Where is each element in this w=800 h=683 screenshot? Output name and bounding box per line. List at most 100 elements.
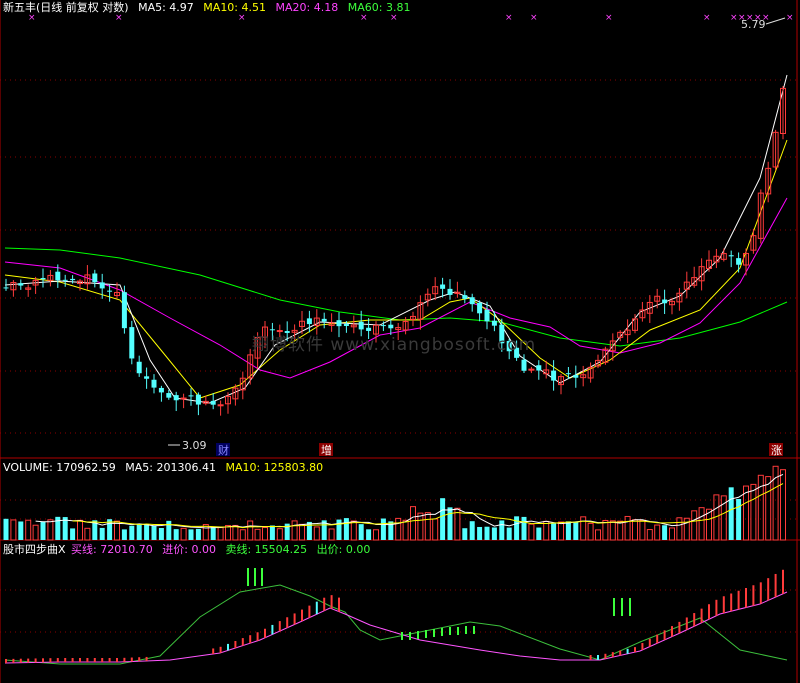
volume-bar-36: [269, 525, 275, 540]
candle-body-17: [129, 327, 135, 359]
candle-body-65: [484, 309, 490, 322]
volume-bar-17: [129, 525, 135, 540]
entry-price-label: 进价: 0.00: [162, 543, 216, 556]
volume-bar-3: [25, 519, 32, 541]
volume-bar-78: [580, 516, 587, 541]
candle-body-28: [210, 400, 216, 405]
volume-bar-42: [313, 526, 320, 541]
candle-body-22: [166, 393, 172, 398]
volume-bar-56: [417, 512, 424, 541]
volume-bar-80: [595, 529, 601, 541]
volume-bar-75: [558, 521, 564, 541]
volume-bar-103: [765, 476, 772, 541]
candle-body-70: [521, 359, 527, 371]
volume-bar-105: [780, 469, 786, 541]
volume-bar-59: [440, 498, 446, 540]
volume-bar-87: [646, 529, 653, 541]
candle-body-20: [151, 379, 157, 388]
volume-ma5-line: [35, 473, 784, 529]
exit-price-label: 出价: 0.00: [316, 543, 371, 556]
volume-bar-2: [18, 521, 24, 540]
volume-bar-48: [358, 524, 364, 540]
volume-bar-29: [217, 527, 224, 541]
sell-line-label: 卖线: 15504.25: [225, 543, 308, 556]
low-price-label: 3.09: [182, 439, 207, 452]
volume-bar-33: [247, 520, 254, 541]
candle-body-98: [728, 255, 734, 257]
volume-bar-22: [166, 520, 172, 540]
volume-bar-20: [151, 525, 157, 540]
candle-body-62: [462, 295, 468, 299]
volume-bar-9: [70, 528, 76, 540]
signal-marker-14: ×: [786, 13, 794, 23]
candle-body-51: [380, 325, 386, 327]
volume-bar-23: [173, 529, 179, 540]
candle-body-16: [121, 292, 127, 329]
volume-bar-32: [239, 529, 246, 541]
volume-bar-83: [617, 520, 624, 541]
ma10-line: [4, 139, 788, 399]
volume-bar-68: [506, 527, 512, 540]
volume-bar-13: [99, 527, 105, 540]
candle-body-99: [736, 258, 742, 265]
signal-marker-12: ×: [754, 13, 762, 23]
signal-marker-7: ×: [605, 13, 613, 23]
volume-bar-53: [395, 517, 402, 541]
volume-bar-99: [736, 498, 742, 540]
candle-body-64: [477, 302, 483, 314]
candle-body-60: [447, 288, 453, 295]
volume-ma10-label: MA10: 125803.80: [225, 461, 324, 474]
candle-body-63: [469, 297, 475, 305]
volume-ma5-label: MA5: 201306.41: [125, 461, 216, 474]
volume-bar-89: [662, 525, 668, 540]
volume-bar-62: [462, 528, 468, 540]
volume-bar-6: [47, 519, 54, 541]
candle-body-8: [62, 279, 68, 281]
volume-bar-82: [609, 520, 616, 541]
volume-bar-90: [669, 527, 675, 541]
volume-bar-4: [32, 524, 39, 541]
main-panel-title: 新五丰(日线 前复权 对数): [3, 1, 129, 14]
volume-bar-55: [410, 506, 416, 541]
volume-bar-81: [602, 519, 609, 541]
candle-body-2: [18, 283, 24, 286]
candle-body-23: [173, 395, 179, 401]
candle-body-7: [55, 271, 61, 281]
volume-bar-85: [632, 519, 638, 541]
candle-body-9: [70, 278, 76, 281]
volume-bar-41: [306, 521, 312, 540]
volume-bar-74: [551, 522, 557, 540]
signal-marker-6: ×: [530, 13, 538, 23]
candle-body-25: [188, 395, 194, 397]
volume-bar-11: [84, 527, 91, 541]
volume-bar-70: [521, 516, 527, 540]
candle-body-74: [551, 370, 557, 381]
volume-bar-64: [477, 526, 483, 540]
volume-bar-27: [202, 524, 209, 541]
volume-bar-67: [499, 520, 505, 540]
volume-bar-86: [639, 519, 646, 541]
volume-bar-19: [144, 523, 150, 540]
candle-body-76: [565, 373, 571, 375]
volume-bar-37: [276, 528, 283, 541]
volume-bar-54: [402, 519, 409, 541]
candle-body-77: [573, 375, 579, 378]
volume-bar-58: [432, 518, 439, 541]
volume-bars: [3, 465, 786, 541]
candle-body-66: [491, 320, 497, 326]
volume-bar-69: [514, 516, 520, 540]
ma5-label: MA5: 4.97: [138, 1, 194, 14]
volume-bar-72: [536, 527, 542, 540]
candle-body-0: [3, 287, 9, 289]
volume-bar-94: [698, 507, 705, 541]
volume-bar-30: [225, 525, 231, 541]
signal-marker-13: ×: [762, 13, 770, 23]
buy-line-label: 买线: 72010.70: [71, 543, 153, 556]
volume-bar-16: [121, 529, 127, 540]
volume-bar-102: [757, 474, 764, 541]
volume-bar-0: [3, 518, 9, 540]
ma10-label: MA10: 4.51: [203, 1, 267, 14]
candle-body-18: [136, 361, 142, 374]
volume-panel-header: VOLUME: 170962.59 MA5: 201306.41 MA10: 1…: [3, 461, 329, 475]
volume-bar-101: [750, 483, 757, 541]
